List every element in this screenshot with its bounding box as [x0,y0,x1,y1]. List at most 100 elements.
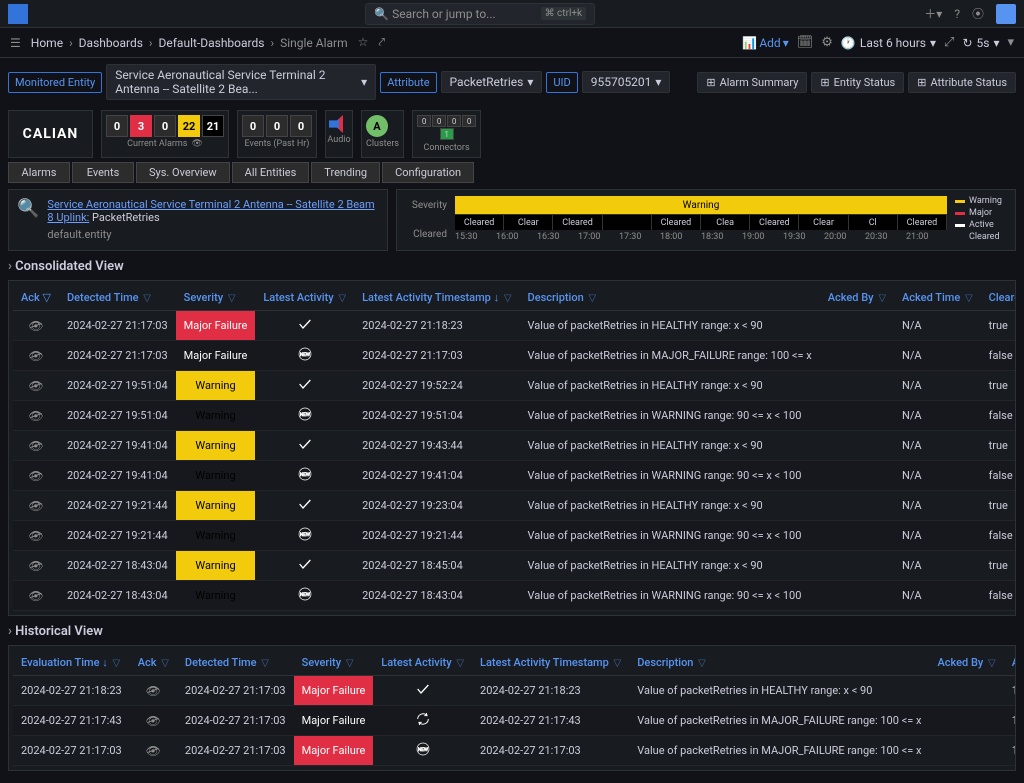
magnifier-icon[interactable]: 🔍 [17,198,39,242]
badge[interactable]: 0 [154,115,176,137]
settings-icon[interactable]: ⚙ [821,35,833,50]
svg-text:NEW: NEW [300,352,311,358]
col-header[interactable]: Latest Activity ▽ [373,650,472,676]
table-row[interactable]: 2024-02-27 21:17:03Major FailureNEW2024-… [13,341,1016,371]
app-logo[interactable] [8,4,28,24]
col-header[interactable]: Acked By ▽ [820,285,894,311]
col-header[interactable]: Ack ▽ [130,650,177,676]
ack-eye-icon[interactable] [28,349,44,361]
chevron-down-icon[interactable]: ▾ [1007,35,1014,50]
rss-icon[interactable]: ⦿ [972,5,984,22]
col-header[interactable]: Acked Time ▽ [894,285,981,311]
ack-eye-icon[interactable] [145,714,161,726]
help-icon[interactable]: ? [954,7,960,21]
monitored-entity-select[interactable]: Service Aeronautical Service Terminal 2 … [106,64,376,100]
ack-eye-icon[interactable] [28,409,44,421]
col-header[interactable]: Detected Time ▽ [177,650,294,676]
tab-configuration[interactable]: Configuration [382,162,474,183]
add-button[interactable]: 📊 Add ▾ [742,36,788,50]
time-range[interactable]: 🕐 Last 6 hours ▾ [841,36,936,50]
table-row[interactable]: 2024-02-27 19:21:44WarningNEW2024-02-27 … [13,521,1016,551]
table-row[interactable]: 2024-02-27 21:17:032024-02-27 21:17:03Ma… [13,736,1016,766]
search-kbd: ⌘ ctrl+k [541,7,587,20]
entity-path-panel: 🔍 Service Aeronautical Service Terminal … [8,189,388,251]
badge[interactable]: 0 [266,115,288,137]
alarm-summary-button[interactable]: ⊞ Alarm Summary [697,72,807,93]
refresh-interval[interactable]: ↻ 5s ▾ [962,36,999,50]
tab-trending[interactable]: Trending [311,162,380,183]
table-row[interactable]: 2024-02-27 21:17:432024-02-27 21:17:03Ma… [13,706,1016,736]
bc-home[interactable]: Home [31,36,63,50]
clusters-block[interactable]: A Clusters [361,110,404,158]
tab-all-entities[interactable]: All Entities [232,162,310,183]
bc-default[interactable]: Default-Dashboards [159,36,265,50]
badge[interactable]: 0 [242,115,264,137]
col-header[interactable]: Severity ▽ [176,285,256,311]
tab-sys-overview[interactable]: Sys. Overview [136,162,230,183]
table-row[interactable]: 2024-02-27 19:41:04Warning2024-02-27 19:… [13,431,1016,461]
col-header[interactable]: Cleared ▽ [981,285,1016,311]
bc-dashboards[interactable]: Dashboards [79,36,143,50]
col-header[interactable]: Detected Time ▽ [59,285,176,311]
col-header[interactable]: Latest Activity ▽ [255,285,354,311]
ack-eye-icon[interactable] [28,439,44,451]
col-header[interactable]: Acked By ▽ [929,650,1003,676]
menu-icon[interactable]: ☰ [10,36,21,50]
events-past-hr: 0 0 0 Events (Past Hr) [237,110,317,158]
connectors-block[interactable]: 0000 1 Connectors [412,110,481,158]
table-row[interactable]: 2024-02-27 19:51:04WarningNEW2024-02-27 … [13,401,1016,431]
table-row[interactable]: 2024-02-27 19:41:04WarningNEW2024-02-27 … [13,461,1016,491]
badge[interactable]: 3 [130,115,152,137]
col-header[interactable]: Description ▽ [629,650,929,676]
speaker-icon [329,115,349,133]
tab-alarms[interactable]: Alarms [8,162,70,183]
eye-icon: 👁 [191,139,202,149]
badge[interactable]: 0 [290,115,312,137]
ack-eye-icon[interactable] [28,469,44,481]
table-row[interactable]: 2024-02-27 19:21:44Warning2024-02-27 19:… [13,491,1016,521]
col-header[interactable]: Latest Activity Timestamp ↓ ▽ [354,285,519,311]
badge[interactable]: 22 [178,115,200,137]
entity-attr: PacketRetries [92,211,160,224]
ack-eye-icon[interactable] [28,529,44,541]
badge[interactable]: 0 [106,115,128,137]
table-row[interactable]: 2024-02-27 18:43:04WarningNEW2024-02-27 … [13,581,1016,611]
star-icon[interactable]: ☆ [358,35,369,50]
ack-eye-icon[interactable] [28,559,44,571]
uid-label: UID [546,72,577,93]
col-header[interactable]: Latest Activity Timestamp ▽ [472,650,629,676]
historical-title[interactable]: Historical View [8,624,1016,639]
plus-icon[interactable]: ＋▾ [924,5,942,22]
attribute-select[interactable]: PacketRetries ▾ [441,71,543,93]
tab-events[interactable]: Events [72,162,134,183]
table-row[interactable]: 2024-02-27 21:18:232024-02-27 21:17:03Ma… [13,676,1016,706]
audio-block[interactable]: Audio [325,110,353,158]
zoom-out-icon[interactable]: ⤢ [944,35,954,50]
col-header[interactable]: Evaluation Time ↓ ▽ [13,650,130,676]
ack-eye-icon[interactable] [28,589,44,601]
table-row[interactable]: 2024-02-27 21:17:03Major Failure2024-02-… [13,311,1016,341]
ack-eye-icon[interactable] [28,499,44,511]
col-header[interactable]: Ack Time ▽ [1004,650,1016,676]
current-alarms: 0 3 0 22 21 Current Alarms 👁 [101,110,229,158]
ack-eye-icon[interactable] [145,744,161,756]
attribute-status-button[interactable]: ⊞ Attribute Status [908,72,1016,93]
ack-eye-icon[interactable] [28,379,44,391]
avatar[interactable] [996,4,1016,24]
search-input[interactable]: 🔍 Search or jump to... ⌘ ctrl+k [365,3,595,25]
entity-status-button[interactable]: ⊞ Entity Status [811,72,904,93]
col-header[interactable]: Ack ▽ [13,285,59,311]
ack-eye-icon[interactable] [28,319,44,331]
col-header[interactable]: Severity ▽ [294,650,374,676]
uid-select[interactable]: 955705201 ▾ [582,71,671,93]
table-row[interactable]: 2024-02-27 18:43:04Warning2024-02-27 18:… [13,551,1016,581]
search-placeholder: Search or jump to... [392,7,496,21]
share-icon[interactable]: ⤤ [378,35,385,50]
ack-eye-icon[interactable] [145,684,161,696]
table-row[interactable]: 2024-02-27 19:51:04Warning2024-02-27 19:… [13,371,1016,401]
col-header[interactable]: Description ▽ [520,285,820,311]
entity-sub: default.entity [47,228,379,241]
badge[interactable]: 21 [202,115,224,137]
consolidated-title[interactable]: Consolidated View [8,259,1016,274]
save-icon[interactable]: 🗓 [797,35,814,50]
